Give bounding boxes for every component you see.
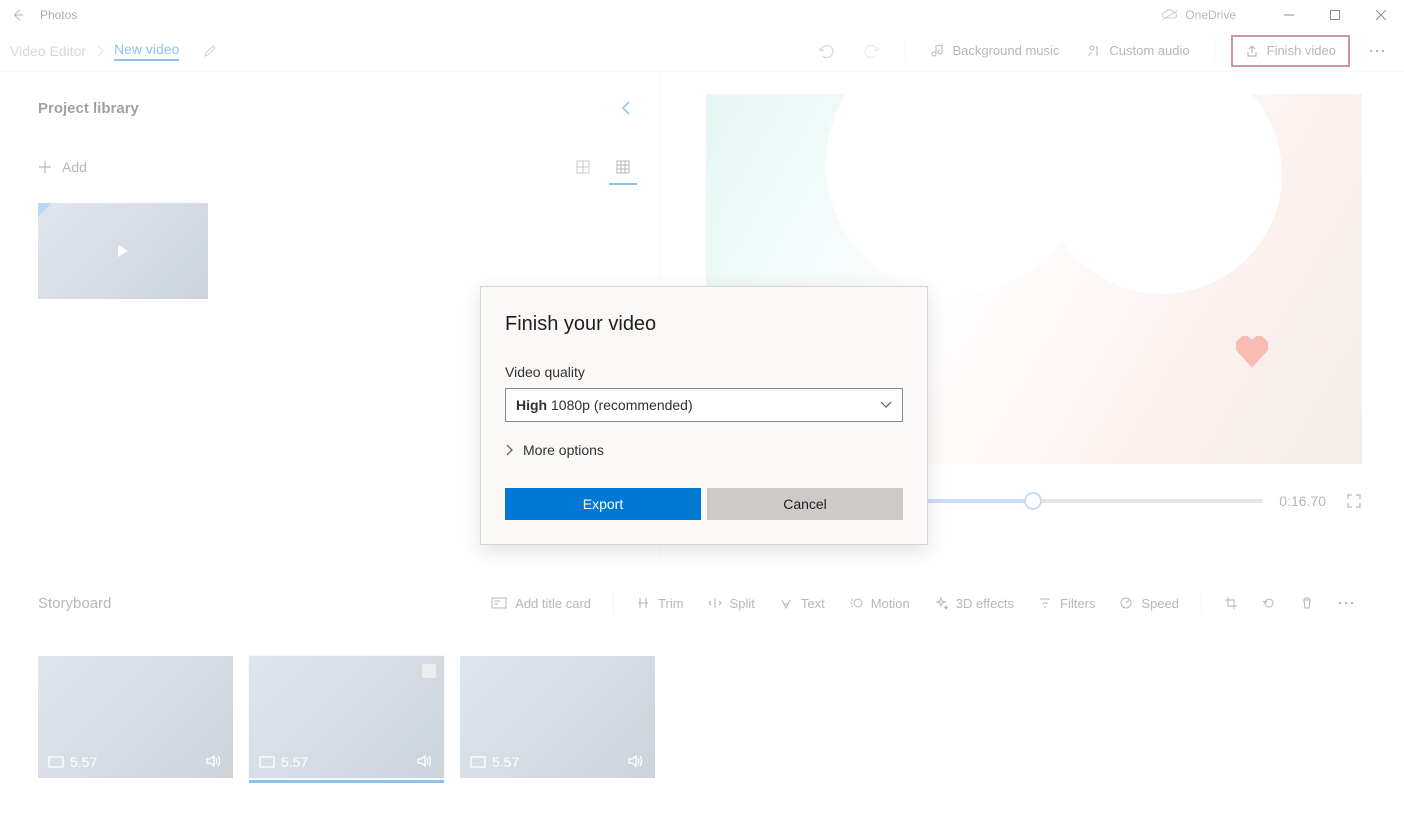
quality-select[interactable]: High 1080p (recommended) — [505, 388, 903, 422]
export-button[interactable]: Export — [505, 488, 701, 520]
finish-video-dialog: Finish your video Video quality High 108… — [480, 286, 928, 545]
dialog-title: Finish your video — [505, 313, 903, 336]
quality-label: Video quality — [505, 364, 903, 380]
more-options-toggle[interactable]: More options — [505, 442, 903, 458]
cancel-button[interactable]: Cancel — [707, 488, 903, 520]
chevron-down-icon — [880, 401, 892, 409]
chevron-right-icon — [505, 444, 513, 456]
